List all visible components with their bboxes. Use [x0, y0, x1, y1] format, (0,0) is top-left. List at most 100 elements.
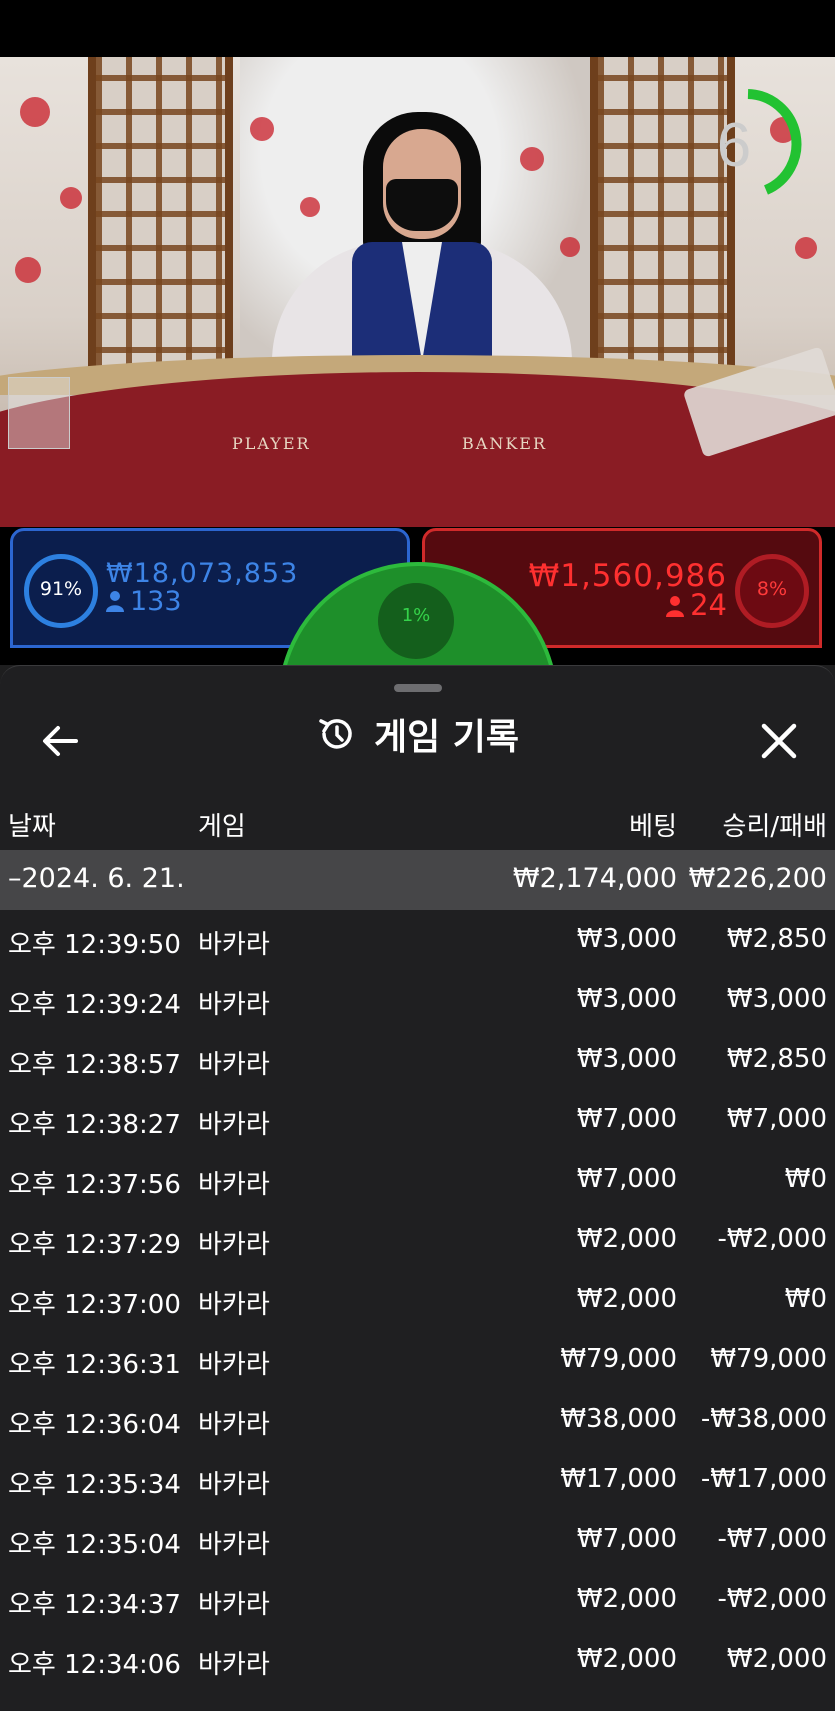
- row-bet: ₩2,000: [576, 1284, 677, 1314]
- dealer-mask: [386, 179, 458, 231]
- countdown-timer: 6: [716, 111, 752, 180]
- blossom: [560, 237, 580, 257]
- wooden-screen-left: [88, 57, 233, 387]
- card-discard-box: [8, 377, 70, 449]
- row-bet: ₩2,000: [576, 1644, 677, 1674]
- row-bet: ₩3,000: [576, 984, 677, 1014]
- row-result: -₩38,000: [700, 1404, 827, 1434]
- blossom: [250, 117, 274, 141]
- blossom: [300, 197, 320, 217]
- person-icon: [106, 591, 124, 612]
- history-row[interactable]: 오후 12:34:06 바카라 ₩2,000 ₩2,000: [0, 1630, 835, 1690]
- row-bet: ₩17,000: [560, 1464, 677, 1494]
- row-result: -₩2,000: [717, 1224, 827, 1254]
- row-time: 오후 12:39:50: [8, 930, 181, 960]
- row-bet: ₩2,000: [576, 1584, 677, 1614]
- player-bettor-count: 133: [106, 586, 182, 617]
- row-time: 오후 12:36:31: [8, 1350, 181, 1380]
- banker-percent: 8%: [756, 578, 788, 600]
- row-result: -₩2,000: [717, 1584, 827, 1614]
- row-result: ₩2,850: [726, 924, 827, 954]
- row-time: 오후 12:36:04: [8, 1410, 181, 1440]
- row-time: 오후 12:34:37: [8, 1590, 181, 1620]
- banker-count-value: 24: [690, 588, 727, 622]
- row-game: 바카라: [198, 1290, 270, 1320]
- row-bet: ₩3,000: [576, 924, 677, 954]
- row-time: 오후 12:39:24: [8, 990, 181, 1020]
- history-row[interactable]: 오후 12:36:31 바카라 ₩79,000 ₩79,000: [0, 1330, 835, 1390]
- history-icon: [319, 719, 352, 749]
- row-game: 바카라: [198, 1470, 270, 1500]
- column-header-bet[interactable]: 베팅: [629, 806, 677, 843]
- row-game: 바카라: [198, 930, 270, 960]
- day-date: –2024. 6. 21.: [8, 863, 185, 894]
- sheet-title: 게임 기록: [373, 717, 519, 758]
- player-bet-amount: ₩18,073,853: [106, 558, 299, 589]
- blossom: [795, 237, 817, 259]
- history-row[interactable]: 오후 12:37:29 바카라 ₩2,000 -₩2,000: [0, 1210, 835, 1270]
- row-time: 오후 12:34:06: [8, 1650, 181, 1680]
- day-win-total: ₩226,200: [688, 863, 827, 894]
- row-result: ₩2,000: [726, 1644, 827, 1674]
- blossom: [20, 97, 50, 127]
- blossom: [15, 257, 41, 283]
- history-row[interactable]: 오후 12:36:04 바카라 ₩38,000 -₩38,000: [0, 1390, 835, 1450]
- row-time: 오후 12:38:27: [8, 1110, 181, 1140]
- row-game: 바카라: [198, 1530, 270, 1560]
- sheet-header: 게임 기록: [0, 708, 835, 768]
- row-result: ₩79,000: [710, 1344, 827, 1374]
- row-bet: ₩7,000: [576, 1104, 677, 1134]
- row-game: 바카라: [198, 1350, 270, 1380]
- row-time: 오후 12:37:00: [8, 1290, 181, 1320]
- row-game: 바카라: [198, 1410, 270, 1440]
- row-time: 오후 12:35:34: [8, 1470, 181, 1500]
- row-result: ₩2,850: [726, 1044, 827, 1074]
- row-game: 바카라: [198, 1650, 270, 1680]
- tie-percent: 1%: [401, 605, 431, 626]
- row-time: 오후 12:35:04: [8, 1530, 181, 1560]
- history-row[interactable]: 오후 12:35:34 바카라 ₩17,000 -₩17,000: [0, 1450, 835, 1510]
- blossom: [520, 147, 544, 171]
- row-result: ₩0: [784, 1164, 827, 1194]
- row-bet: ₩2,000: [576, 1224, 677, 1254]
- felt-player-label: PLAYER: [232, 434, 311, 453]
- row-game: 바카라: [198, 1230, 270, 1260]
- row-result: -₩17,000: [700, 1464, 827, 1494]
- history-row[interactable]: 오후 12:35:04 바카라 ₩7,000 -₩7,000: [0, 1510, 835, 1570]
- row-time: 오후 12:37:29: [8, 1230, 181, 1260]
- row-result: ₩7,000: [726, 1104, 827, 1134]
- row-bet: ₩3,000: [576, 1044, 677, 1074]
- column-header-game[interactable]: 게임: [198, 806, 246, 843]
- row-result: ₩0: [784, 1284, 827, 1314]
- game-history-sheet: 게임 기록 날짜 게임 베팅 승리/패배 –2024. 6. 21. ₩2,17…: [0, 665, 835, 1711]
- row-result: -₩7,000: [717, 1524, 827, 1554]
- history-row[interactable]: 오후 12:37:56 바카라 ₩7,000 ₩0: [0, 1150, 835, 1210]
- history-row[interactable]: 오후 12:39:50 바카라 ₩3,000 ₩2,850: [0, 910, 835, 970]
- felt-banker-label: BANKER: [462, 434, 547, 453]
- history-row[interactable]: 오후 12:39:24 바카라 ₩3,000 ₩3,000: [0, 970, 835, 1030]
- row-time: 오후 12:38:57: [8, 1050, 181, 1080]
- person-icon: [666, 596, 685, 617]
- day-bet-total: ₩2,174,000: [512, 863, 677, 894]
- day-summary-row[interactable]: –2024. 6. 21. ₩2,174,000 ₩226,200: [0, 850, 835, 910]
- history-row[interactable]: 오후 12:38:57 바카라 ₩3,000 ₩2,850: [0, 1030, 835, 1090]
- row-bet: ₩38,000: [560, 1404, 677, 1434]
- history-row[interactable]: 오후 12:37:00 바카라 ₩2,000 ₩0: [0, 1270, 835, 1330]
- player-count-value: 133: [130, 586, 182, 617]
- row-game: 바카라: [198, 1170, 270, 1200]
- status-bar: [0, 0, 835, 57]
- row-game: 바카라: [198, 1050, 270, 1080]
- row-time: 오후 12:37:56: [8, 1170, 181, 1200]
- banker-bettor-count: 24: [666, 588, 727, 622]
- row-bet: ₩7,000: [576, 1164, 677, 1194]
- history-row[interactable]: 오후 12:34:37 바카라 ₩2,000 -₩2,000: [0, 1570, 835, 1630]
- row-game: 바카라: [198, 990, 270, 1020]
- player-percent: 91%: [39, 578, 83, 600]
- row-game: 바카라: [198, 1590, 270, 1620]
- row-result: ₩3,000: [726, 984, 827, 1014]
- close-icon[interactable]: [752, 714, 806, 768]
- column-header-win-loss[interactable]: 승리/패배: [723, 806, 827, 843]
- history-row[interactable]: 오후 12:38:27 바카라 ₩7,000 ₩7,000: [0, 1090, 835, 1150]
- column-header-date[interactable]: 날짜: [8, 806, 56, 843]
- sheet-drag-handle[interactable]: [394, 684, 442, 692]
